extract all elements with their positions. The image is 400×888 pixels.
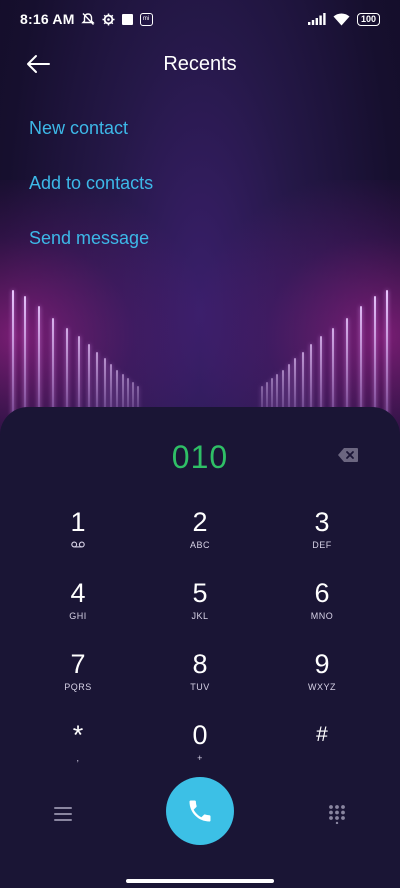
key-digit: 4 (70, 578, 86, 608)
signal-icon (307, 13, 326, 25)
dialpad-bottom-bar (0, 772, 400, 862)
key-digit: 7 (70, 649, 86, 679)
dialpad-key-8[interactable]: 8 TUV (155, 649, 245, 711)
key-digit: 3 (314, 507, 330, 537)
battery-icon: 100 (356, 12, 380, 26)
key-digit: 8 (192, 649, 208, 679)
header: Recents (0, 44, 400, 86)
new-contact-link[interactable]: New contact (29, 116, 153, 171)
key-digit: 0 (192, 720, 208, 750)
background-light-bars-left (0, 260, 160, 420)
light-bar (346, 318, 348, 420)
call-button[interactable] (166, 777, 234, 845)
page-title: Recents (163, 53, 237, 75)
key-letters: ABC (189, 540, 210, 550)
wifi-icon (333, 13, 350, 25)
light-bar (360, 306, 362, 420)
settings-icon (102, 12, 115, 26)
dialpad-key-3[interactable]: 3 DEF (277, 507, 367, 569)
dialpad-key-4[interactable]: 4 GHI (33, 578, 123, 640)
key-letters: WXYZ (308, 682, 336, 692)
dialpad-key-7[interactable]: 7 PQRS (33, 649, 123, 711)
key-letters: DEF (312, 540, 332, 550)
key-digit: 9 (314, 649, 330, 679)
status-bar: 8:16 AM mi 100 (0, 0, 400, 38)
dialpad-sheet: 010 1 2 ABC 3 DEF 4 GHI 5 JKL 6 MNO 7 PQ… (0, 407, 400, 888)
light-bar (386, 290, 388, 420)
add-to-contacts-link[interactable]: Add to contacts (29, 171, 153, 226)
home-indicator[interactable] (126, 879, 274, 883)
key-letters: PQRS (64, 682, 92, 692)
send-message-link[interactable]: Send message (29, 226, 153, 281)
light-bar (374, 296, 376, 420)
dialpad-key-5[interactable]: 5 JKL (155, 578, 245, 640)
key-digit: 5 (192, 578, 208, 608)
light-bar (38, 306, 40, 420)
dialpad-key-6[interactable]: 6 MNO (277, 578, 367, 640)
background-light-bars-right (240, 260, 400, 420)
phone-icon (189, 800, 211, 822)
key-digit: 1 (70, 507, 86, 537)
key-letters: MNO (310, 611, 334, 621)
dialpad-toggle-icon[interactable] (328, 804, 346, 824)
recents-actions: New contact Add to contacts Send message (29, 116, 153, 281)
mi-badge-icon: mi (139, 12, 153, 26)
backspace-icon[interactable] (337, 447, 359, 463)
light-bar (24, 296, 26, 420)
key-digit: # (316, 723, 328, 746)
key-letters (277, 753, 367, 765)
key-digit: 2 (192, 507, 208, 537)
key-sub (33, 540, 123, 552)
dialpad-key-1[interactable]: 1 (33, 507, 123, 569)
square-notification-icon (121, 13, 133, 25)
key-letters: + (197, 753, 203, 763)
light-bar (12, 290, 14, 420)
menu-icon[interactable] (54, 806, 72, 822)
key-digit: * (72, 720, 84, 750)
key-letters: , (76, 753, 80, 763)
light-bar (52, 318, 54, 420)
mute-icon (80, 13, 95, 25)
key-letters: JKL (191, 611, 209, 621)
status-time: 8:16 AM (20, 11, 75, 27)
dialpad-key-9[interactable]: 9 WXYZ (277, 649, 367, 711)
battery-level: 100 (360, 14, 376, 24)
dialpad-key-2[interactable]: 2 ABC (155, 507, 245, 569)
screen: 8:16 AM mi 100 Recents New contact Add t… (0, 0, 400, 888)
key-digit: 6 (314, 578, 330, 608)
key-letters: GHI (69, 611, 87, 621)
voicemail-icon (71, 541, 85, 548)
key-letters: TUV (190, 682, 210, 692)
